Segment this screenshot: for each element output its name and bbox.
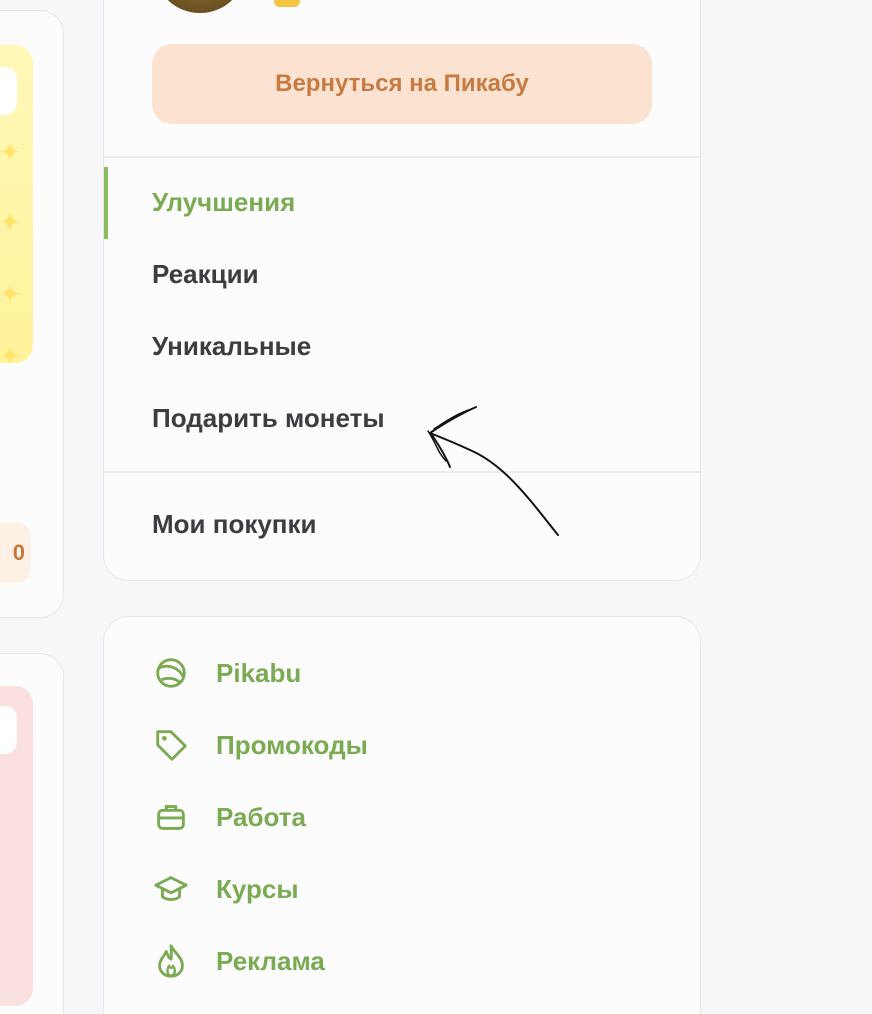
- active-indicator: [104, 167, 108, 239]
- pink-promo-banner[interactable]: [0, 686, 33, 1006]
- left-card-secondary: [0, 653, 64, 1014]
- link-label: Промокоды: [216, 729, 368, 760]
- menu-item-unique[interactable]: Уникальные: [152, 331, 311, 362]
- link-label: Реклама: [216, 945, 325, 976]
- link-advertising[interactable]: Реклама: [152, 941, 325, 981]
- sparkle-icon: ✦: [0, 341, 21, 363]
- shop-menu-card: 16 Вернуться на Пикабу Улучшения Реакции…: [103, 0, 701, 581]
- links-card: Pikabu Промокоды Работа Курсы Реклама: [103, 616, 701, 1014]
- link-jobs[interactable]: Работа: [152, 797, 306, 837]
- link-label: Курсы: [216, 873, 299, 904]
- left-card-premium: ✦ ✦ ✦ ✦ 0: [0, 10, 64, 618]
- link-label: Pikabu: [216, 657, 302, 688]
- coin-count: 16: [308, 0, 338, 1]
- menu-item-my-purchases[interactable]: Мои покупки: [152, 509, 317, 540]
- link-promocodes[interactable]: Промокоды: [152, 725, 368, 765]
- link-courses[interactable]: Курсы: [152, 869, 299, 909]
- sparkle-icon: ✦: [0, 207, 21, 237]
- tag-icon: [156, 730, 187, 761]
- sparkle-icon: ✦: [0, 279, 21, 309]
- graduation-cap-icon: [154, 876, 188, 901]
- divider: [104, 471, 700, 473]
- price-chip[interactable]: 0: [0, 523, 31, 583]
- flame-icon: [158, 944, 184, 978]
- hand-drawn-arrow-icon: [427, 406, 559, 536]
- back-to-pikabu-button[interactable]: Вернуться на Пикабу: [152, 44, 652, 124]
- promo-chip: [0, 706, 17, 754]
- link-pikabu[interactable]: Pikabu: [152, 653, 301, 693]
- promo-chip: [0, 67, 17, 115]
- divider: [104, 156, 700, 158]
- menu-item-reactions[interactable]: Реакции: [152, 259, 259, 290]
- briefcase-icon: [157, 805, 185, 830]
- sparkle-icon: ✦: [0, 137, 21, 167]
- link-label: Работа: [216, 801, 306, 832]
- avatar[interactable]: [156, 0, 244, 13]
- menu-item-upgrades[interactable]: Улучшения: [152, 187, 295, 218]
- coin-icon: [274, 0, 300, 7]
- planet-icon: [156, 658, 186, 688]
- menu-item-gift-coins[interactable]: Подарить монеты: [152, 403, 385, 434]
- yellow-promo-banner[interactable]: ✦ ✦ ✦ ✦: [0, 45, 33, 363]
- price-fragment: 0: [12, 540, 25, 565]
- page: ✦ ✦ ✦ ✦ 0 16 Вернуться на Пикабу Улучшен…: [0, 0, 872, 1014]
